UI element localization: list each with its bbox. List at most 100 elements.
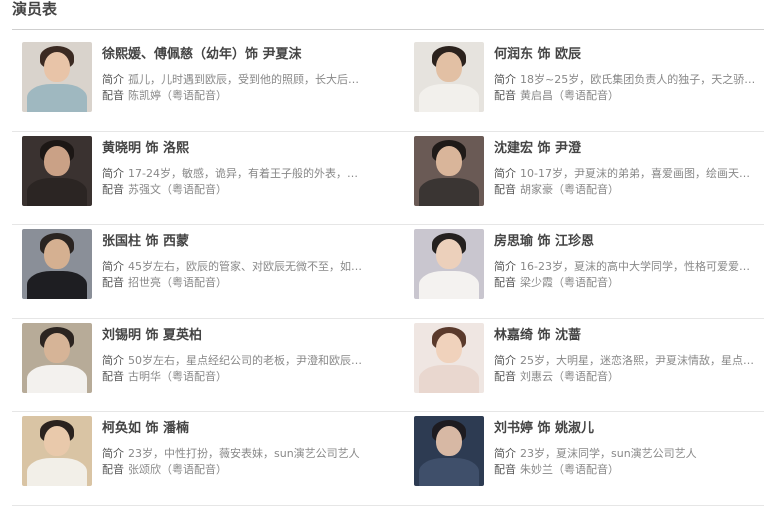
photo-body-shape: [419, 177, 479, 206]
cast-row: 柯奂如 饰 潘楠 简介 23岁，中性打扮，薇安表妹，sun演艺公司艺人 配音 张颂欣…: [12, 412, 764, 506]
intro-label: 简介: [102, 447, 124, 460]
intro-label: 简介: [102, 260, 124, 273]
actor-photo[interactable]: [22, 322, 92, 393]
dub-line: 配音 张颂欣（粤语配音）: [102, 462, 382, 478]
cast-card[interactable]: 何润东 饰 欧辰 简介 18岁~25岁，欧氏集团负责人的独子，天之骄… 配音 黄启昌…: [414, 42, 764, 112]
actor-role-name[interactable]: 沈建宏 饰 尹澄: [494, 140, 764, 158]
intro-text: 23岁，中性打扮，薇安表妹，sun演艺公司艺人: [128, 447, 360, 460]
dub-text: 陈凯婷（粤语配音）: [128, 89, 227, 102]
actor-photo[interactable]: [414, 416, 484, 486]
dub-text: 朱妙兰（粤语配音）: [520, 463, 619, 476]
photo-body-shape: [27, 458, 87, 486]
cast-card[interactable]: 刘书婷 饰 姚淑儿 简介 23岁，夏沫同学，sun演艺公司艺人 配音 朱妙兰（粤语配…: [414, 416, 764, 486]
intro-text: 50岁左右，星点经纪公司的老板，尹澄和欧辰…: [128, 353, 362, 367]
intro-line: 简介 50岁左右，星点经纪公司的老板，尹澄和欧辰…: [102, 353, 382, 369]
actor-role-name[interactable]: 何润东 饰 欧辰: [494, 46, 764, 64]
actor-photo[interactable]: [22, 229, 92, 299]
actor-photo[interactable]: [22, 135, 92, 206]
cast-info: 刘书婷 饰 姚淑儿 简介 23岁，夏沫同学，sun演艺公司艺人 配音 朱妙兰（粤语配…: [494, 420, 764, 478]
cast-card[interactable]: 刘锡明 饰 夏英柏 简介 50岁左右，星点经纪公司的老板，尹澄和欧辰… 配音 古明华…: [22, 322, 382, 393]
dub-line: 配音 陈凯婷（粤语配音）: [102, 88, 382, 104]
dub-label: 配音: [494, 463, 516, 476]
actor-photo[interactable]: [22, 416, 92, 486]
cast-list: 徐熙媛、傅佩慈（幼年）饰 尹夏沫 简介 孤儿，儿时遇到欧辰，受到他的照顾，长大后……: [12, 38, 764, 506]
intro-text: 25岁，大明星，迷恋洛熙，尹夏沫情敌，星点…: [520, 353, 754, 367]
cast-info: 房思瑜 饰 江珍恩 简介 16-23岁，夏沫的高中大学同学，性格可爱爱… 配音 梁少…: [494, 233, 764, 291]
photo-body-shape: [419, 458, 479, 486]
actor-role-name[interactable]: 房思瑜 饰 江珍恩: [494, 233, 764, 251]
intro-label: 简介: [102, 73, 124, 86]
intro-line: 简介 10-17岁，尹夏沫的弟弟，喜爱画图，绘画天…: [494, 166, 764, 182]
actor-photo[interactable]: [414, 135, 484, 206]
dub-line: 配音 胡家豪（粤语配音）: [494, 182, 764, 198]
intro-line: 简介 17-24岁，敏感，诡异，有着王子般的外表，…: [102, 166, 382, 182]
intro-label: 简介: [102, 353, 124, 367]
intro-label: 简介: [494, 353, 516, 367]
actor-role-name[interactable]: 林嘉绮 饰 沈蔷: [494, 327, 764, 345]
intro-line: 简介 25岁，大明星，迷恋洛熙，尹夏沫情敌，星点…: [494, 353, 764, 369]
actor-photo[interactable]: [414, 322, 484, 393]
cast-card[interactable]: 房思瑜 饰 江珍恩 简介 16-23岁，夏沫的高中大学同学，性格可爱爱… 配音 梁少…: [414, 229, 764, 299]
cast-info: 何润东 饰 欧辰 简介 18岁~25岁，欧氏集团负责人的独子，天之骄… 配音 黄启昌…: [494, 46, 764, 104]
intro-text: 17-24岁，敏感，诡异，有着王子般的外表，…: [128, 166, 358, 180]
dub-text: 黄启昌（粤语配音）: [520, 89, 619, 102]
dub-label: 配音: [102, 89, 124, 102]
cast-card[interactable]: 林嘉绮 饰 沈蔷 简介 25岁，大明星，迷恋洛熙，尹夏沫情敌，星点… 配音 刘惠云（…: [414, 322, 764, 393]
intro-text: 18岁~25岁，欧氏集团负责人的独子，天之骄…: [520, 73, 756, 86]
photo-face-shape: [436, 52, 462, 82]
cast-info: 徐熙媛、傅佩慈（幼年）饰 尹夏沫 简介 孤儿，儿时遇到欧辰，受到他的照顾，长大后……: [102, 46, 382, 104]
dub-line: 配音 苏强文（粤语配音）: [102, 182, 382, 198]
actor-role-name[interactable]: 柯奂如 饰 潘楠: [102, 420, 382, 438]
photo-face-shape: [436, 426, 462, 456]
page-title: 演员表: [12, 0, 58, 18]
actor-role-name[interactable]: 张国柱 饰 西蒙: [102, 233, 382, 251]
photo-face-shape: [44, 52, 70, 82]
intro-label: 简介: [102, 166, 124, 180]
photo-body-shape: [27, 84, 87, 112]
actor-role-name[interactable]: 刘锡明 饰 夏英柏: [102, 327, 382, 345]
intro-text: 10-17岁，尹夏沫的弟弟，喜爱画图，绘画天…: [520, 166, 750, 180]
dub-line: 配音 古明华（粤语配音）: [102, 369, 382, 385]
actor-role-name[interactable]: 徐熙媛、傅佩慈（幼年）饰 尹夏沫: [102, 46, 382, 64]
intro-text: 孤儿，儿时遇到欧辰，受到他的照顾，长大后…: [128, 73, 359, 86]
photo-face-shape: [44, 332, 70, 363]
cast-card[interactable]: 张国柱 饰 西蒙 简介 45岁左右，欧辰的管家、对欧辰无微不至，如… 配音 招世亮（…: [22, 229, 382, 299]
cast-info: 黄晓明 饰 洛熙 简介 17-24岁，敏感，诡异，有着王子般的外表，… 配音 苏强文…: [102, 140, 382, 198]
dub-text: 招世亮（粤语配音）: [128, 276, 227, 289]
dub-text: 古明华（粤语配音）: [128, 369, 227, 383]
actor-role-name[interactable]: 刘书婷 饰 姚淑儿: [494, 420, 764, 438]
cast-card[interactable]: 沈建宏 饰 尹澄 简介 10-17岁，尹夏沫的弟弟，喜爱画图，绘画天… 配音 胡家豪…: [414, 135, 764, 206]
photo-body-shape: [27, 177, 87, 206]
actor-role-name[interactable]: 黄晓明 饰 洛熙: [102, 140, 382, 158]
photo-face-shape: [436, 239, 462, 269]
intro-label: 简介: [494, 447, 516, 460]
dub-label: 配音: [494, 182, 516, 196]
cast-row: 张国柱 饰 西蒙 简介 45岁左右，欧辰的管家、对欧辰无微不至，如… 配音 招世亮（…: [12, 225, 764, 319]
dub-label: 配音: [494, 89, 516, 102]
actor-photo[interactable]: [414, 42, 484, 112]
photo-face-shape: [436, 332, 462, 363]
cast-row: 徐熙媛、傅佩慈（幼年）饰 尹夏沫 简介 孤儿，儿时遇到欧辰，受到他的照顾，长大后……: [12, 38, 764, 132]
cast-card[interactable]: 徐熙媛、傅佩慈（幼年）饰 尹夏沫 简介 孤儿，儿时遇到欧辰，受到他的照顾，长大后……: [22, 42, 382, 112]
dub-label: 配音: [494, 276, 516, 289]
cast-info: 刘锡明 饰 夏英柏 简介 50岁左右，星点经纪公司的老板，尹澄和欧辰… 配音 古明华…: [102, 327, 382, 385]
dub-line: 配音 黄启昌（粤语配音）: [494, 88, 764, 104]
dub-label: 配音: [494, 369, 516, 383]
actor-photo[interactable]: [414, 229, 484, 299]
cast-card[interactable]: 黄晓明 饰 洛熙 简介 17-24岁，敏感，诡异，有着王子般的外表，… 配音 苏强文…: [22, 135, 382, 206]
photo-face-shape: [436, 145, 462, 176]
cast-card[interactable]: 柯奂如 饰 潘楠 简介 23岁，中性打扮，薇安表妹，sun演艺公司艺人 配音 张颂欣…: [22, 416, 382, 486]
cast-row: 黄晓明 饰 洛熙 简介 17-24岁，敏感，诡异，有着王子般的外表，… 配音 苏强文…: [12, 132, 764, 225]
intro-line: 简介 孤儿，儿时遇到欧辰，受到他的照顾，长大后…: [102, 72, 382, 88]
photo-face-shape: [44, 145, 70, 176]
photo-body-shape: [419, 271, 479, 299]
dub-line: 配音 刘惠云（粤语配音）: [494, 369, 764, 385]
cast-info: 张国柱 饰 西蒙 简介 45岁左右，欧辰的管家、对欧辰无微不至，如… 配音 招世亮（…: [102, 233, 382, 291]
actor-photo[interactable]: [22, 42, 92, 112]
intro-label: 简介: [494, 73, 516, 86]
dub-text: 胡家豪（粤语配音）: [520, 182, 619, 196]
title-divider: [12, 29, 764, 30]
intro-line: 简介 23岁，中性打扮，薇安表妹，sun演艺公司艺人: [102, 446, 382, 462]
dub-label: 配音: [102, 463, 124, 476]
dub-line: 配音 招世亮（粤语配音）: [102, 275, 382, 291]
